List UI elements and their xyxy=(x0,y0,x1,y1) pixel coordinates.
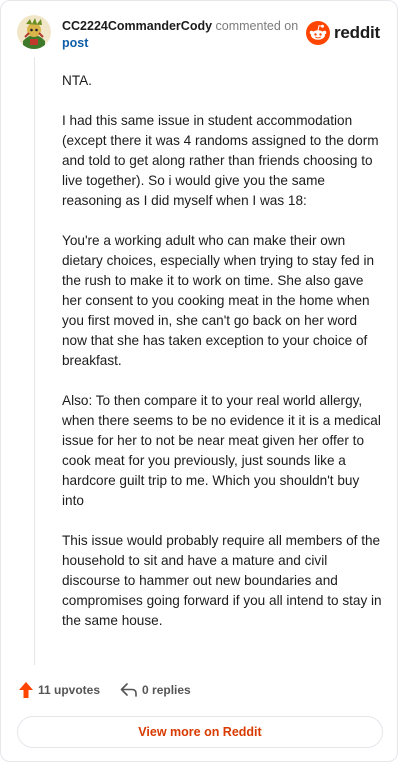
reply-arrow-icon xyxy=(120,683,137,697)
user-avatar[interactable] xyxy=(17,15,51,49)
comment-paragraph: Also: To then compare it to your real wo… xyxy=(62,393,381,508)
reddit-logo[interactable]: reddit xyxy=(305,21,380,45)
comment-author-line: CC2224CommanderCody commented on xyxy=(62,18,298,34)
reddit-wordmark: reddit xyxy=(333,23,380,42)
comment-paragraph: I had this same issue in student accommo… xyxy=(62,113,379,208)
comment-paragraph: You're a working adult who can make thei… xyxy=(62,233,375,368)
comment-embed-card: CC2224CommanderCody commented on post re… xyxy=(0,0,398,762)
reply-count: 0 replies xyxy=(142,683,191,697)
view-more-button[interactable]: View more on Reddit xyxy=(17,716,383,748)
username-link[interactable]: CC2224CommanderCody xyxy=(62,19,212,33)
reply-control[interactable]: 0 replies xyxy=(120,683,191,697)
action-text: commented on xyxy=(215,19,299,33)
comment-paragraph: NTA. xyxy=(62,73,92,88)
comment-paragraph: This issue would probably require all me… xyxy=(62,533,382,628)
comment-body: NTA. I had this same issue in student ac… xyxy=(62,71,384,651)
thread-line xyxy=(34,57,35,665)
upvote-arrow-icon xyxy=(19,682,33,698)
reddit-alien-icon xyxy=(305,21,330,45)
post-link[interactable]: post xyxy=(62,35,88,51)
comment-footer: 11 upvotes 0 replies xyxy=(18,681,191,699)
avatar-image xyxy=(17,15,51,49)
upvote-count: 11 upvotes xyxy=(38,683,101,697)
upvote-control[interactable]: 11 upvotes xyxy=(18,681,100,699)
